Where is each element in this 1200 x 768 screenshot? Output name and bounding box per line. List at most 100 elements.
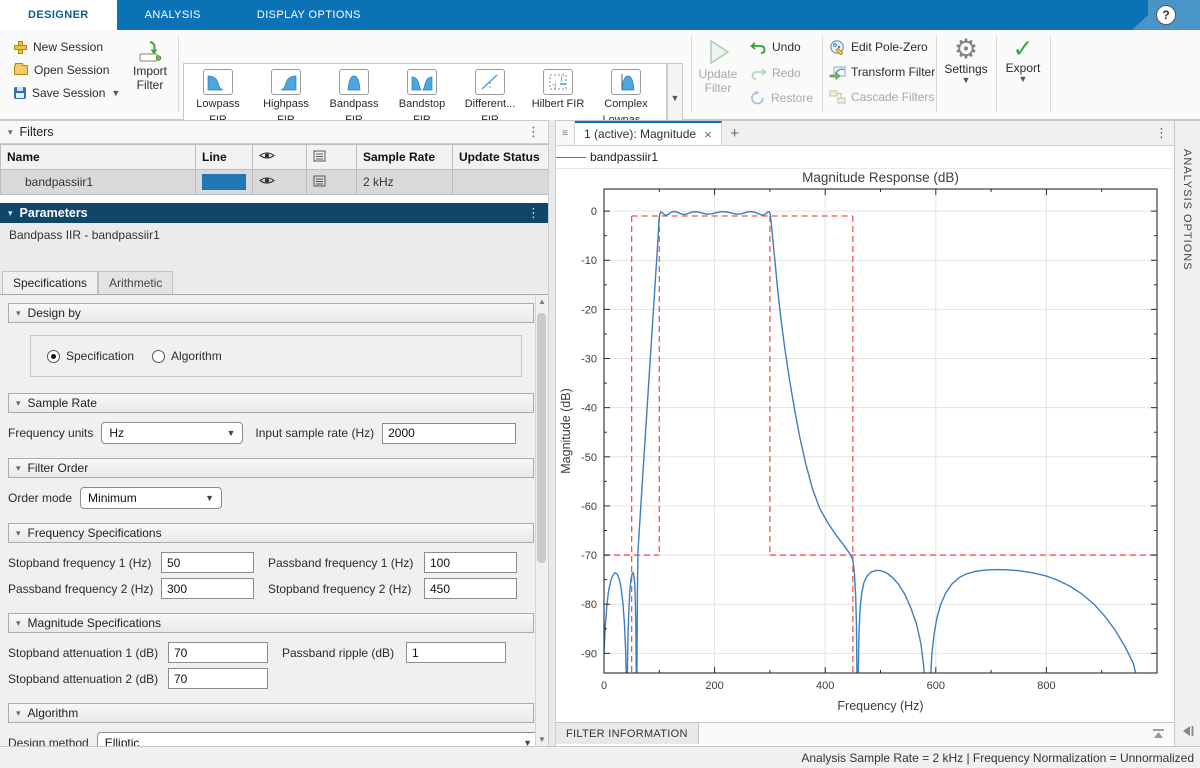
scrollbar-thumb[interactable] xyxy=(537,313,546,563)
import-filter-button[interactable]: Import Filter xyxy=(128,40,172,92)
svg-text:-80: -80 xyxy=(581,599,597,611)
open-session-button[interactable]: Open Session xyxy=(14,61,109,79)
radio-specification[interactable]: Specification xyxy=(47,349,134,363)
passband-freq2-field[interactable] xyxy=(161,578,254,599)
radio-dot[interactable] xyxy=(152,350,165,363)
order-mode-dropdown[interactable]: Minimum ▼ xyxy=(80,487,222,509)
collapse-triangle-icon[interactable]: ▾ xyxy=(8,127,13,138)
plot-legend: bandpassiir1 xyxy=(556,146,1174,169)
stopband-atten2-field[interactable] xyxy=(168,668,268,689)
legend-label: bandpassiir1 xyxy=(590,150,658,164)
scroll-down-icon[interactable]: ▼ xyxy=(538,735,546,744)
export-button[interactable]: ✓ Export ▼ xyxy=(1000,37,1046,83)
tab-grip-icon[interactable]: ≡ xyxy=(556,121,575,145)
passband-freq1-label: Passband frequency 1 (Hz) xyxy=(268,556,424,570)
parameters-panel-header[interactable]: ▾ Parameters ⋮ xyxy=(0,203,548,223)
filter-row-bandpassiir1[interactable]: bandpassiir1 2 kHz xyxy=(1,170,549,195)
col-visible[interactable] xyxy=(253,145,307,170)
filters-menu-icon[interactable]: ⋮ xyxy=(527,127,540,137)
svg-text:-50: -50 xyxy=(581,452,597,464)
col-name[interactable]: Name xyxy=(1,145,196,170)
bandstop-icon xyxy=(407,69,437,95)
radio-dot[interactable] xyxy=(47,350,60,363)
redo-button[interactable]: Redo xyxy=(750,65,801,80)
plot-tab-bar: ≡ 1 (active): Magnitude × + ⋮ xyxy=(556,121,1174,146)
filters-table: Name Line Sample Rate Update Status band… xyxy=(0,144,549,195)
design-by-header[interactable]: ▾ Design by xyxy=(8,303,534,323)
close-tab-icon[interactable]: × xyxy=(704,127,712,142)
svg-text:-90: -90 xyxy=(581,648,597,660)
col-info[interactable] xyxy=(307,145,357,170)
passband-freq1-field[interactable] xyxy=(424,552,517,573)
transform-filter-button[interactable]: Transform Filter xyxy=(829,64,935,80)
svg-text:j: j xyxy=(560,75,563,82)
stopband-freq2-field[interactable] xyxy=(424,578,517,599)
help-button[interactable]: ? xyxy=(1156,5,1176,25)
svg-text:400: 400 xyxy=(816,680,834,692)
new-session-icon xyxy=(14,41,27,54)
settings-dropdown-arrow: ▼ xyxy=(962,76,971,84)
col-line[interactable]: Line xyxy=(196,145,253,170)
filter-information-label[interactable]: FILTER INFORMATION xyxy=(556,723,699,744)
passband-ripple-field[interactable] xyxy=(406,642,506,663)
restore-icon xyxy=(750,90,766,105)
frequency-specifications-header[interactable]: ▾ Frequency Specifications xyxy=(8,523,534,543)
stopband-atten1-field[interactable] xyxy=(168,642,268,663)
col-update-status[interactable]: Update Status xyxy=(453,145,549,170)
magnitude-specifications-header[interactable]: ▾ Magnitude Specifications xyxy=(8,613,534,633)
new-session-button[interactable]: New Session xyxy=(14,38,103,56)
filters-panel-header[interactable]: ▾ Filters ⋮ xyxy=(0,121,548,144)
expand-filter-info-button[interactable] xyxy=(1151,723,1174,744)
filter-order-header[interactable]: ▾ Filter Order xyxy=(8,458,534,478)
col-sample-rate[interactable]: Sample Rate xyxy=(357,145,453,170)
tab-arithmetic[interactable]: Arithmetic xyxy=(98,271,173,294)
tab-designer[interactable]: DESIGNER xyxy=(0,0,117,30)
tab-specifications[interactable]: Specifications xyxy=(2,271,98,294)
stopband-freq1-label: Stopband frequency 1 (Hz) xyxy=(8,556,161,570)
magnitude-plot-tab[interactable]: 1 (active): Magnitude × xyxy=(575,121,722,145)
sample-rate-header[interactable]: ▾ Sample Rate xyxy=(8,393,534,413)
order-mode-label: Order mode xyxy=(8,491,72,505)
restore-button[interactable]: Restore xyxy=(750,90,813,105)
algorithm-header[interactable]: ▾ Algorithm xyxy=(8,703,534,723)
collapse-triangle-icon[interactable]: ▾ xyxy=(8,208,13,219)
undo-button[interactable]: Undo xyxy=(750,39,801,54)
cascade-filters-button[interactable]: Cascade Filters xyxy=(829,89,934,105)
filter-visible-cell[interactable] xyxy=(253,170,307,195)
add-plot-tab-button[interactable]: + xyxy=(722,121,748,145)
filter-sample-rate-cell[interactable]: 2 kHz xyxy=(357,170,453,195)
filter-line-cell[interactable] xyxy=(196,170,253,195)
import-filter-icon xyxy=(137,40,163,64)
ribbon: New Session Open Session Save Session ▼ … xyxy=(0,30,1200,120)
export-dropdown-arrow: ▼ xyxy=(1019,75,1028,83)
input-sample-rate-field[interactable] xyxy=(382,423,516,444)
filter-info-cell[interactable] xyxy=(307,170,357,195)
save-icon xyxy=(14,87,26,99)
filter-designer-app: DESIGNER ANALYSIS DISPLAY OPTIONS ? New … xyxy=(0,0,1200,768)
chevron-down-icon: ▼ xyxy=(205,493,214,503)
panel-splitter[interactable] xyxy=(548,120,556,746)
analysis-options-strip: ANALYSIS OPTIONS xyxy=(1174,120,1200,746)
plot-menu-icon[interactable]: ⋮ xyxy=(1155,125,1168,141)
update-filter-button[interactable]: Update Filter xyxy=(696,37,740,95)
collapse-panel-icon[interactable] xyxy=(1180,724,1196,738)
filter-update-status-cell[interactable] xyxy=(453,170,549,195)
settings-button[interactable]: ⚙ Settings ▼ xyxy=(942,36,990,84)
line-color-swatch[interactable] xyxy=(202,174,246,190)
filter-name-cell[interactable]: bandpassiir1 xyxy=(1,170,196,195)
parameters-panel-title: Parameters xyxy=(20,206,88,220)
save-session-button[interactable]: Save Session ▼ xyxy=(14,84,120,102)
edit-pole-zero-button[interactable]: Edit Pole-Zero xyxy=(829,39,928,55)
tab-display-options[interactable]: DISPLAY OPTIONS xyxy=(229,0,389,30)
save-dropdown-arrow[interactable]: ▼ xyxy=(111,89,120,97)
scroll-up-icon[interactable]: ▲ xyxy=(538,297,546,306)
tab-analysis[interactable]: ANALYSIS xyxy=(117,0,229,30)
svg-text:-20: -20 xyxy=(581,304,597,316)
analysis-options-button[interactable]: ANALYSIS OPTIONS xyxy=(1181,149,1193,271)
frequency-units-dropdown[interactable]: Hz ▼ xyxy=(101,422,243,444)
stopband-freq1-field[interactable] xyxy=(161,552,254,573)
radio-algorithm[interactable]: Algorithm xyxy=(152,349,222,363)
svg-text:600: 600 xyxy=(927,680,945,692)
parameters-scrollbar[interactable]: ▲ ▼ xyxy=(535,295,548,746)
parameters-menu-icon[interactable]: ⋮ xyxy=(527,208,540,218)
